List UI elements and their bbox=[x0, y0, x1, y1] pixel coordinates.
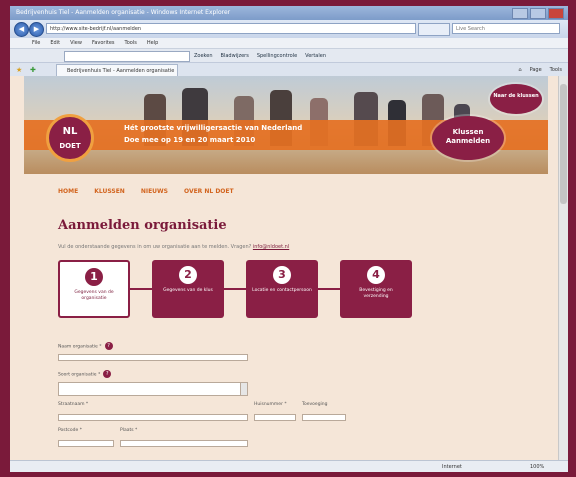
oval-label-line1: Klussen bbox=[452, 128, 484, 136]
logo-text-top: NL bbox=[62, 126, 78, 137]
klussen-oval-button[interactable]: Naar de klussen bbox=[490, 84, 542, 114]
org-name-label: Naam organisatie *? bbox=[58, 342, 113, 350]
intro-sentence: Vul de onderstaande gegevens in om uw or… bbox=[58, 244, 252, 250]
address-row: ◀ ▶ http://www.site-bedrijf.nl/aanmelden… bbox=[10, 20, 568, 38]
org-type-label: Soort organisatie *? bbox=[58, 370, 112, 378]
org-name-input[interactable] bbox=[58, 354, 248, 361]
step-number: 2 bbox=[179, 266, 197, 284]
toolbar-item[interactable]: Zoeken bbox=[194, 49, 213, 63]
step-3[interactable]: 3 Locatie en contactpersoon bbox=[246, 260, 318, 318]
postcode-label: Postcode * bbox=[58, 428, 82, 433]
menu-edit[interactable]: Edit bbox=[50, 38, 60, 48]
menu-bar: File Edit View Favorites Tools Help bbox=[10, 38, 568, 48]
step-label: Bevestiging en verzending bbox=[359, 288, 393, 299]
close-button[interactable] bbox=[548, 8, 564, 19]
forward-button[interactable]: ▶ bbox=[29, 22, 44, 37]
address-bar[interactable]: http://www.site-bedrijf.nl/aanmelden bbox=[46, 23, 416, 34]
step-1[interactable]: 1 Gegevens van de organisatie bbox=[58, 260, 130, 318]
site-navigation: HOME KLUSSEN NIEUWS OVER NL DOET bbox=[58, 188, 234, 195]
step-number: 4 bbox=[367, 266, 385, 284]
banner-date: Doe mee op 19 en 20 maart 2010 bbox=[124, 136, 256, 144]
page-title: Aanmelden organisatie bbox=[58, 218, 227, 233]
step-label: Gegevens van de klus bbox=[163, 288, 213, 293]
title-bar: Bedrijvenhuis Tiel - Aanmelden organisat… bbox=[10, 6, 568, 20]
toolbar-search-field[interactable] bbox=[64, 51, 190, 62]
step-2[interactable]: 2 Gegevens van de klus bbox=[152, 260, 224, 318]
step-label: Gegevens van de organisatie bbox=[74, 290, 114, 301]
street-input[interactable] bbox=[58, 414, 248, 421]
window-title: Bedrijvenhuis Tiel - Aanmelden organisat… bbox=[16, 9, 231, 16]
internet-zone: Internet bbox=[442, 464, 462, 470]
nav-home[interactable]: HOME bbox=[58, 188, 78, 195]
help-icon[interactable]: ? bbox=[104, 342, 113, 350]
page-viewport: Hét grootste vrijwilligersactie van Nede… bbox=[10, 76, 558, 460]
menu-file[interactable]: File bbox=[32, 38, 40, 48]
housenr-label: Huisnummer * bbox=[254, 402, 287, 407]
home-icon[interactable]: ⌂ bbox=[518, 63, 521, 77]
toolbar: Zoeken Bladwijzers Spellingcontrole Vert… bbox=[10, 48, 568, 63]
org-type-label-text: Soort organisatie * bbox=[58, 372, 101, 378]
banner-slogan: Hét grootste vrijwilligersactie van Nede… bbox=[124, 124, 303, 132]
minimize-button[interactable] bbox=[512, 8, 528, 19]
favorites-star-icon[interactable]: ★ bbox=[16, 66, 22, 74]
command-page[interactable]: Page bbox=[530, 63, 542, 77]
back-button[interactable]: ◀ bbox=[14, 22, 29, 37]
toolbar-item[interactable]: Vertalen bbox=[305, 49, 326, 63]
logo-text-bottom: DOET bbox=[59, 142, 81, 150]
refresh-button[interactable] bbox=[418, 23, 450, 36]
nav-over[interactable]: OVER NL DOET bbox=[184, 188, 234, 195]
maximize-button[interactable] bbox=[530, 8, 546, 19]
addition-input[interactable] bbox=[302, 414, 346, 421]
step-number: 1 bbox=[85, 268, 103, 286]
contact-link[interactable]: info@nldoet.nl bbox=[253, 244, 289, 250]
vertical-scrollbar[interactable] bbox=[558, 76, 568, 460]
aanmelden-oval-button[interactable]: Klussen Aanmelden bbox=[432, 116, 504, 160]
header-banner: Hét grootste vrijwilligersactie van Nede… bbox=[24, 76, 548, 174]
command-tools[interactable]: Tools bbox=[550, 63, 562, 77]
org-name-label-text: Naam organisatie * bbox=[58, 344, 102, 350]
browser-window: Bedrijvenhuis Tiel - Aanmelden organisat… bbox=[10, 6, 568, 472]
menu-help[interactable]: Help bbox=[147, 38, 158, 48]
city-label: Plaats * bbox=[120, 428, 138, 433]
help-icon[interactable]: ? bbox=[103, 370, 112, 378]
add-favorite-icon[interactable]: ✚ bbox=[30, 66, 36, 74]
menu-view[interactable]: View bbox=[70, 38, 82, 48]
org-type-select[interactable] bbox=[58, 382, 248, 396]
scrollbar-thumb[interactable] bbox=[560, 84, 567, 204]
step-label: Locatie en contactpersoon bbox=[252, 288, 312, 293]
nldoet-logo[interactable]: NL DOET bbox=[46, 114, 94, 162]
step-4[interactable]: 4 Bevestiging en verzending bbox=[340, 260, 412, 318]
nav-nieuws[interactable]: NIEUWS bbox=[141, 188, 168, 195]
intro-text: Vul de onderstaande gegevens in om uw or… bbox=[58, 244, 289, 250]
city-input[interactable] bbox=[120, 440, 248, 447]
status-bar: Internet 100% bbox=[10, 460, 568, 472]
menu-favorites[interactable]: Favorites bbox=[92, 38, 115, 48]
street-label: Straatnaam * bbox=[58, 402, 89, 407]
tab-row: ★ ✚ Bedrijvenhuis Tiel - Aanmelden organ… bbox=[10, 62, 568, 77]
progress-steps: 1 Gegevens van de organisatie 2 Gegevens… bbox=[58, 260, 418, 320]
housenr-input[interactable] bbox=[254, 414, 296, 421]
postcode-input[interactable] bbox=[58, 440, 114, 447]
tab-current[interactable]: Bedrijvenhuis Tiel - Aanmelden organisat… bbox=[56, 64, 178, 76]
chevron-down-icon[interactable] bbox=[240, 383, 247, 395]
menu-tools[interactable]: Tools bbox=[125, 38, 137, 48]
nav-klussen[interactable]: KLUSSEN bbox=[94, 188, 125, 195]
zoom-level[interactable]: 100% bbox=[530, 461, 544, 472]
search-input[interactable]: Live Search bbox=[452, 23, 560, 34]
toolbar-item[interactable]: Spellingcontrole bbox=[257, 49, 297, 63]
addition-label: Toevoeging bbox=[302, 402, 328, 407]
oval-label-line2: Aanmelden bbox=[445, 137, 491, 145]
step-number: 3 bbox=[273, 266, 291, 284]
toolbar-item[interactable]: Bladwijzers bbox=[221, 49, 249, 63]
